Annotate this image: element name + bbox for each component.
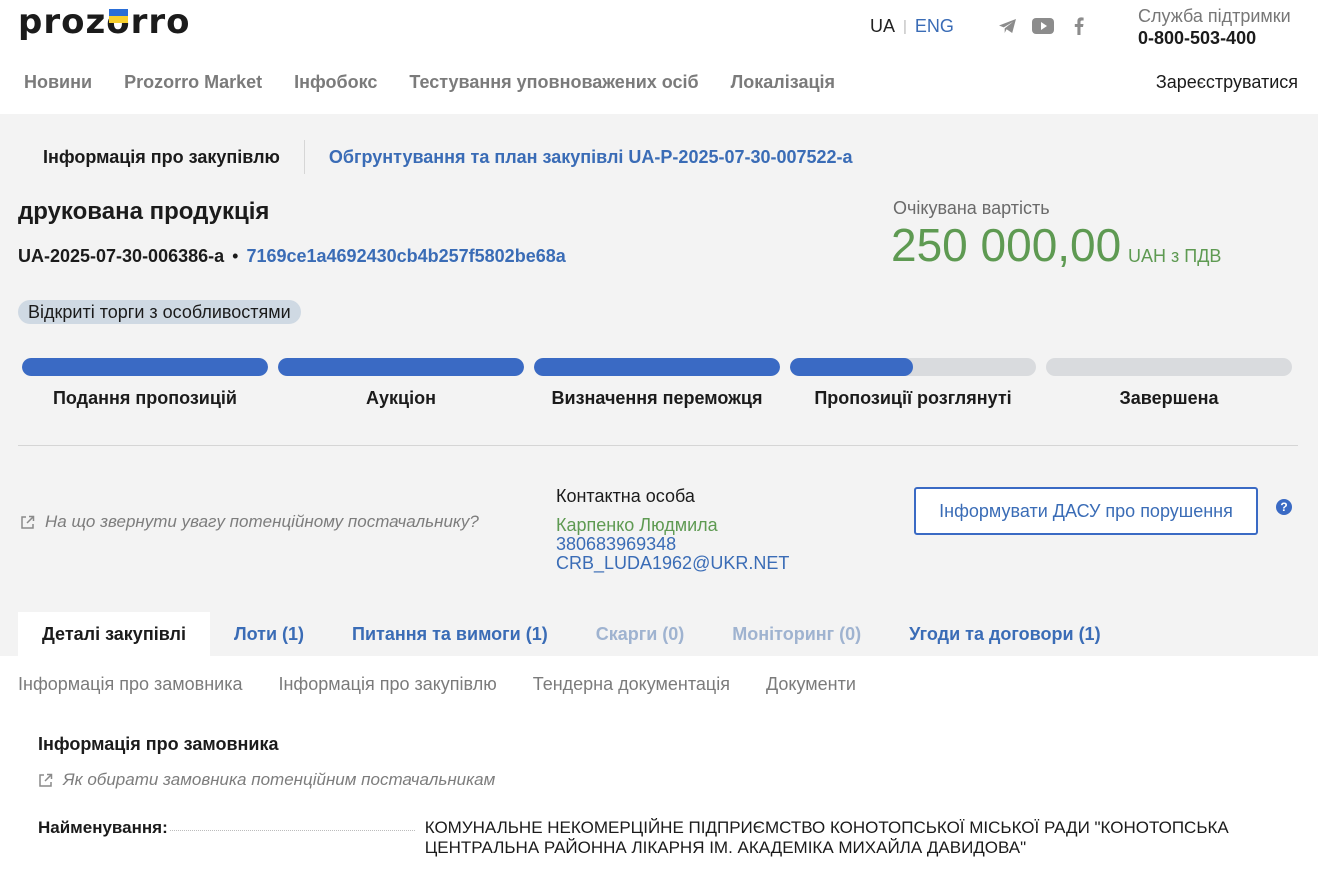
tab-contracts[interactable]: Угоди та договори (1)	[885, 612, 1124, 656]
site-header: proz o rro UA | ENG Служба підтримки 0-8…	[0, 0, 1318, 114]
tab-questions[interactable]: Питання та вимоги (1)	[328, 612, 572, 656]
details-subnav: Інформація про замовника Інформація про …	[18, 674, 856, 695]
supplier-hint-link[interactable]: На що звернути увагу потенційному постач…	[20, 512, 479, 532]
stage-progress-fill	[790, 358, 913, 376]
contact-phone[interactable]: 380683969348	[556, 535, 789, 554]
nav-item-infobox[interactable]: Інфобокс	[294, 72, 377, 93]
id-separator: •	[232, 246, 239, 266]
expected-value: 250 000,00	[891, 219, 1122, 271]
support-phone[interactable]: 0-800-503-400	[1138, 28, 1291, 49]
stage-label: Визначення переможця	[551, 388, 763, 408]
contact-person: Контактна особа Карпенко Людмила 3806839…	[556, 487, 789, 573]
nav-item-localization[interactable]: Локалізація	[731, 72, 835, 93]
tender-id: UA-2025-07-30-006386-a	[18, 246, 225, 266]
stage-progress-fill	[22, 358, 268, 376]
lang-eng-link[interactable]: ENG	[915, 16, 954, 37]
subtab-customer-info[interactable]: Інформація про замовника	[18, 674, 242, 695]
expected-value-label: Очікувана вартість	[893, 198, 1050, 218]
customer-hint-link[interactable]: Як обирати замовника потенційним постача…	[38, 770, 495, 790]
stage-progress-bar	[790, 358, 1036, 376]
stage-label: Пропозиції розглянуті	[814, 388, 1012, 408]
supplier-hint-text: На що звернути увагу потенційному постач…	[45, 512, 479, 531]
stage-winner: Визначення переможця	[534, 358, 780, 409]
tender-title: друкована продукція	[18, 198, 270, 225]
subtab-documents[interactable]: Документи	[766, 674, 856, 695]
contact-title: Контактна особа	[556, 486, 695, 506]
help-icon[interactable]: ?	[1276, 499, 1292, 515]
report-dasu-button[interactable]: Інформувати ДАСУ про порушення	[914, 487, 1258, 535]
stage-progress-fill	[534, 358, 780, 376]
lang-separator: |	[903, 18, 907, 35]
register-link[interactable]: Зареєструватися	[1156, 72, 1298, 93]
nav-item-market[interactable]: Prozorro Market	[124, 72, 262, 93]
logo-flag-letter: o	[106, 2, 130, 42]
ukraine-flag-icon	[109, 9, 129, 23]
social-links	[996, 16, 1090, 36]
youtube-icon[interactable]	[1032, 16, 1054, 36]
stage-submission: Подання пропозицій	[22, 358, 268, 409]
customer-name-label: Найменування:	[38, 818, 168, 837]
tab-lots[interactable]: Лоти (1)	[210, 612, 328, 656]
customer-name-row: Найменування: КОМУНАЛЬНЕ НЕКОМЕРЦІЙНЕ ПІ…	[38, 818, 1288, 858]
tab-details[interactable]: Деталі закупівлі	[18, 612, 210, 656]
stage-label: Аукціон	[366, 388, 436, 408]
stage-auction: Аукціон	[278, 358, 524, 409]
logo-text-left: proz	[18, 2, 107, 42]
expected-value-currency: UAH з ПДВ	[1128, 246, 1222, 266]
section-divider	[18, 445, 1298, 446]
customer-name-value: КОМУНАЛЬНЕ НЕКОМЕРЦІЙНЕ ПІДПРИЄМСТВО КОН…	[424, 818, 1229, 857]
stage-label: Завершена	[1119, 388, 1219, 408]
tab-monitoring[interactable]: Моніторинг (0)	[708, 612, 885, 656]
stage-progress-bar	[22, 358, 268, 376]
stage-progress-bar	[534, 358, 780, 376]
breadcrumb: Інформація про закупівлю Обгрунтування т…	[43, 140, 853, 174]
support-label: Служба підтримки	[1138, 6, 1291, 26]
main-nav: Новини Prozorro Market Інфобокс Тестуван…	[24, 72, 835, 93]
tender-ids: UA-2025-07-30-006386-a • 7169ce1a4692430…	[18, 246, 566, 267]
telegram-icon[interactable]	[996, 16, 1018, 36]
logo-text-right: rro	[130, 2, 191, 42]
lang-ua-link[interactable]: UA	[870, 16, 895, 37]
customer-section-title: Інформація про замовника	[38, 734, 279, 754]
tender-tabs: Деталі закупівлі Лоти (1) Питання та вим…	[18, 612, 1125, 656]
stage-progress-bar	[1046, 358, 1292, 376]
stage-reviewed: Пропозиції розглянуті	[790, 358, 1036, 409]
breadcrumb-current[interactable]: Інформація про закупівлю	[43, 147, 280, 168]
language-switcher: UA | ENG	[870, 16, 954, 37]
customer-hint-text: Як обирати замовника потенційним постача…	[63, 770, 496, 789]
external-link-icon	[20, 515, 35, 530]
stage-progress-bar	[278, 358, 524, 376]
external-link-icon	[38, 773, 53, 788]
stage-completed: Завершена	[1046, 358, 1292, 409]
tab-complaints[interactable]: Скарги (0)	[572, 612, 709, 656]
tender-hash-link[interactable]: 7169ce1a4692430cb4b257f5802be68a	[246, 246, 565, 267]
tender-stages: Подання пропозицій Аукціон Визначення пе…	[22, 358, 1294, 409]
procedure-type-badge: Відкриті торги з особливостями	[18, 300, 301, 324]
facebook-icon[interactable]	[1068, 16, 1090, 36]
stage-label: Подання пропозицій	[52, 388, 238, 408]
breadcrumb-divider	[303, 140, 305, 174]
stage-progress-fill	[278, 358, 524, 376]
support-block: Служба підтримки 0-800-503-400	[1138, 6, 1291, 49]
contact-name: Карпенко Людмила	[556, 515, 718, 535]
nav-item-news[interactable]: Новини	[24, 72, 92, 93]
contact-email[interactable]: CRB_LUDA1962@UKR.NET	[556, 554, 789, 573]
dotted-leader	[169, 818, 415, 831]
prozorro-logo[interactable]: proz o rro	[18, 2, 191, 42]
nav-item-testing[interactable]: Тестування уповноважених осіб	[409, 72, 698, 93]
subtab-tender-docs[interactable]: Тендерна документація	[533, 674, 730, 695]
subtab-procurement-info[interactable]: Інформація про закупівлю	[278, 674, 496, 695]
plan-link[interactable]: Обгрунтування та план закупівлі UA-P-202…	[329, 147, 853, 168]
